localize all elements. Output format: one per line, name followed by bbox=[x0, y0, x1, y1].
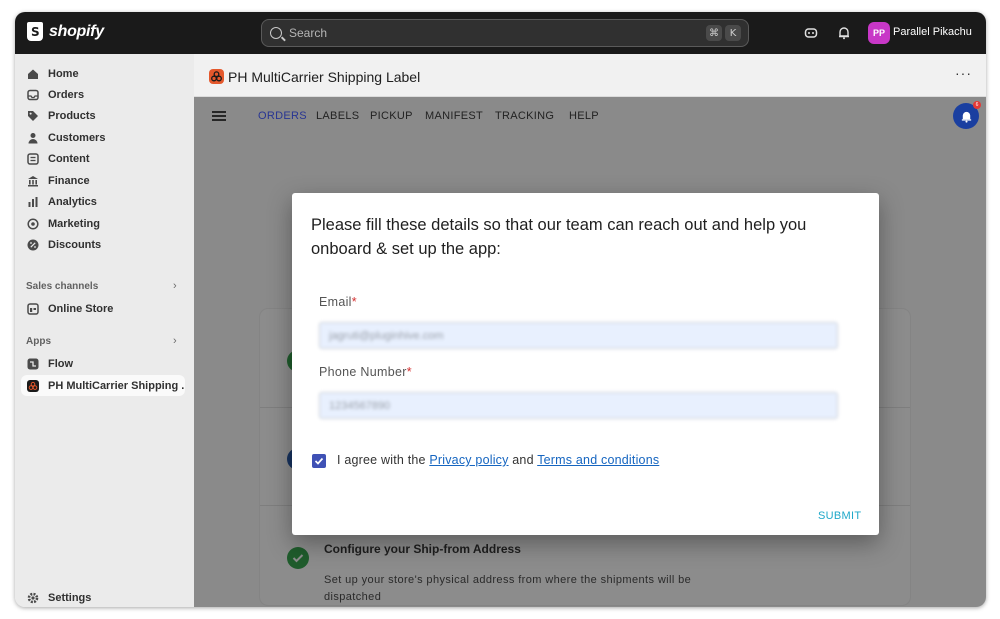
gear-icon bbox=[27, 592, 39, 604]
step-description: dispatched bbox=[324, 591, 382, 603]
modal-title: Please fill these details so that our te… bbox=[311, 216, 807, 258]
target-icon bbox=[27, 217, 39, 230]
sidebar-item-orders[interactable]: Orders bbox=[21, 84, 185, 105]
page-title: PH MultiCarrier Shipping Label bbox=[228, 69, 421, 85]
shopify-admin-window: shopify Search ⌘ K PP Parallel Pikachu H… bbox=[15, 12, 986, 607]
more-options-icon[interactable]: ··· bbox=[955, 65, 972, 81]
store-icon bbox=[27, 302, 39, 315]
k-key: K bbox=[725, 25, 741, 41]
sidebar-item-home[interactable]: Home bbox=[21, 63, 185, 84]
tab-pickup[interactable]: PICKUP bbox=[370, 110, 413, 122]
top-bar: shopify Search ⌘ K PP Parallel Pikachu bbox=[15, 12, 986, 54]
sales-channels-title: Sales channels bbox=[26, 281, 99, 292]
tab-tracking[interactable]: TRACKING bbox=[495, 110, 554, 122]
tab-orders[interactable]: ORDERS bbox=[258, 110, 307, 122]
sidebar-item-content[interactable]: Content bbox=[21, 148, 185, 169]
sidebar-item-customers[interactable]: Customers bbox=[21, 127, 185, 148]
logo-text: shopify bbox=[49, 22, 104, 40]
sidebar: Home Orders Products Customers Content F… bbox=[15, 54, 194, 607]
sidebar-item-label: Flow bbox=[48, 357, 74, 370]
agree-text: I agree with the Privacy policy and Term… bbox=[337, 453, 660, 467]
phone-label: Phone Number* bbox=[319, 365, 412, 379]
ph-app-logo-icon bbox=[209, 69, 224, 84]
step-heading: Configure your Ship-from Address bbox=[324, 542, 521, 556]
sidebar-item-label: Finance bbox=[48, 174, 90, 187]
bell-icon[interactable] bbox=[835, 24, 853, 42]
sidebar-item-ph-multicarrier[interactable]: PH MultiCarrier Shipping ... bbox=[21, 375, 185, 396]
sidebar-item-label: Customers bbox=[48, 131, 106, 144]
document-icon bbox=[27, 152, 39, 165]
chevron-right-icon[interactable]: › bbox=[173, 280, 177, 292]
avatar[interactable]: PP bbox=[868, 22, 890, 44]
inbox-icon bbox=[27, 89, 39, 101]
terms-link[interactable]: Terms and conditions bbox=[537, 453, 659, 467]
search-icon bbox=[270, 27, 282, 39]
home-icon bbox=[27, 68, 39, 80]
sidebar-item-finance[interactable]: Finance bbox=[21, 170, 185, 191]
email-label: Email* bbox=[319, 295, 357, 309]
hamburger-menu-icon[interactable] bbox=[212, 111, 226, 121]
search-placeholder: Search bbox=[289, 26, 328, 40]
sidebar-item-label: Analytics bbox=[48, 195, 97, 208]
submit-button[interactable]: SUBMIT bbox=[818, 510, 861, 522]
sidebar-item-marketing[interactable]: Marketing bbox=[21, 213, 185, 234]
step-check-icon bbox=[287, 547, 309, 569]
agree-checkbox[interactable] bbox=[312, 454, 326, 468]
sidebar-item-label: Marketing bbox=[48, 217, 100, 230]
phone-field[interactable]: 1234567890 bbox=[319, 392, 838, 419]
flow-icon bbox=[27, 358, 39, 370]
sidebar-item-analytics[interactable]: Analytics bbox=[21, 191, 185, 212]
email-field[interactable]: jagruti@pluginhive.com bbox=[319, 322, 838, 349]
apps-title: Apps bbox=[26, 336, 51, 347]
shopify-bag-icon bbox=[27, 22, 43, 41]
sidebar-item-label: PH MultiCarrier Shipping ... bbox=[48, 379, 185, 392]
tab-manifest[interactable]: MANIFEST bbox=[425, 110, 483, 122]
sidebar-item-online-store[interactable]: Online Store bbox=[21, 298, 185, 319]
sidebar-item-products[interactable]: Products bbox=[21, 105, 185, 126]
app-icon bbox=[27, 379, 39, 392]
user-name[interactable]: Parallel Pikachu bbox=[893, 26, 972, 38]
sidebar-item-flow[interactable]: Flow bbox=[21, 353, 185, 374]
tab-help[interactable]: HELP bbox=[569, 110, 599, 122]
sidebar-item-discounts[interactable]: Discounts bbox=[21, 234, 185, 255]
sidebar-item-label: Content bbox=[48, 152, 90, 165]
sidebar-item-label: Settings bbox=[48, 591, 92, 604]
onboarding-modal: Please fill these details so that our te… bbox=[292, 193, 879, 535]
sidebar-item-settings[interactable]: Settings bbox=[21, 587, 185, 607]
app-header: PH MultiCarrier Shipping Label ··· bbox=[194, 54, 986, 97]
sidebar-item-label: Products bbox=[48, 109, 96, 122]
command-key-icon: ⌘ bbox=[706, 25, 722, 41]
bar-chart-icon bbox=[27, 196, 39, 208]
shopify-logo[interactable]: shopify bbox=[27, 22, 104, 41]
chevron-right-icon[interactable]: › bbox=[173, 335, 177, 347]
sidebar-item-label: Discounts bbox=[48, 238, 102, 251]
search-bar[interactable]: Search ⌘ K bbox=[261, 19, 749, 47]
tag-icon bbox=[27, 110, 39, 122]
tab-labels[interactable]: LABELS bbox=[316, 110, 359, 122]
privacy-policy-link[interactable]: Privacy policy bbox=[429, 453, 508, 467]
sidebar-item-label: Home bbox=[48, 67, 79, 80]
discount-icon bbox=[27, 239, 39, 251]
notification-badge: 6 bbox=[973, 101, 981, 109]
step-description: Set up your store's physical address fro… bbox=[324, 574, 692, 586]
bank-icon bbox=[27, 175, 39, 187]
person-icon bbox=[27, 132, 39, 144]
sidekick-icon[interactable] bbox=[802, 24, 820, 42]
sidebar-item-label: Orders bbox=[48, 88, 85, 101]
sidebar-item-label: Online Store bbox=[48, 302, 114, 315]
